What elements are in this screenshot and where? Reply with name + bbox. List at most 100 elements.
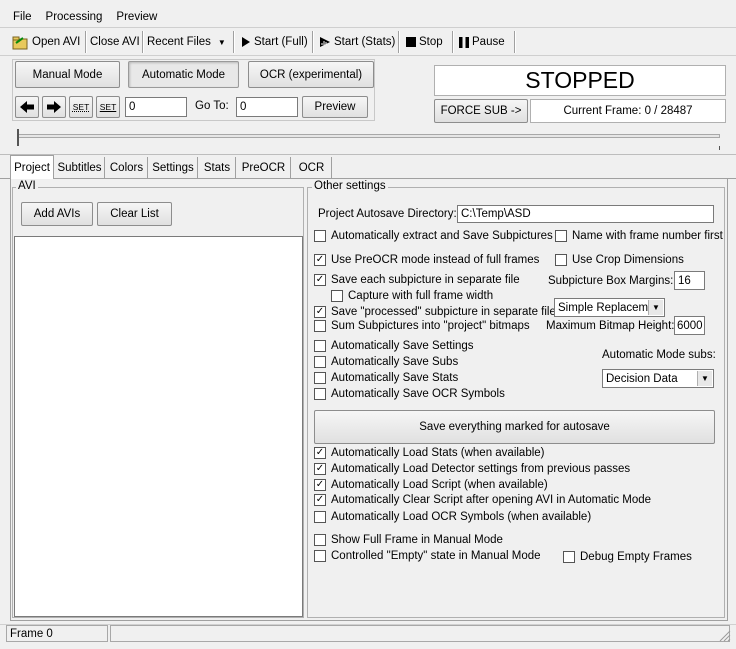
stop-button[interactable]: Stop xyxy=(403,31,446,53)
auto-save-subs-checkbox[interactable]: Automatically Save Subs xyxy=(314,355,458,369)
debug-empty-checkbox[interactable]: Debug Empty Frames xyxy=(563,550,692,564)
preview-button[interactable]: Preview xyxy=(302,96,368,118)
pause-button[interactable]: Pause xyxy=(456,31,508,53)
box-margins-input[interactable]: 16 xyxy=(674,271,705,290)
open-folder-icon xyxy=(12,35,29,50)
manual-mode-button[interactable]: Manual Mode xyxy=(15,61,120,88)
load-ocr-checkbox[interactable]: Automatically Load OCR Symbols (when ava… xyxy=(314,510,591,524)
frame-input[interactable]: 0 xyxy=(125,97,187,117)
tab-preocr[interactable]: PreOCR xyxy=(237,157,291,178)
checkbox-box xyxy=(314,511,326,523)
start-stats-button[interactable]: Start (Stats) xyxy=(316,31,398,53)
set-start-button[interactable]: SET xyxy=(69,96,93,118)
goto-input[interactable]: 0 xyxy=(236,97,298,117)
save-everything-button[interactable]: Save everything marked for autosave xyxy=(314,410,715,444)
stop-icon xyxy=(406,37,416,47)
clear-script-checkbox[interactable]: ✓ Automatically Clear Script after openin… xyxy=(314,493,651,507)
name-frame-first-checkbox[interactable]: Name with frame number first xyxy=(555,229,723,243)
checkbox-box xyxy=(331,290,343,302)
auto-save-settings-checkbox[interactable]: Automatically Save Settings xyxy=(314,339,474,353)
dropdown-arrow-icon: ▼ xyxy=(217,37,226,47)
auto-save-ocr-checkbox[interactable]: Automatically Save OCR Symbols xyxy=(314,387,505,401)
tab-stats[interactable]: Stats xyxy=(199,157,236,178)
automatic-mode-button[interactable]: Automatic Mode xyxy=(128,61,239,88)
auto-save-stats-checkbox[interactable]: Automatically Save Stats xyxy=(314,371,458,385)
ocr-mode-button[interactable]: OCR (experimental) xyxy=(248,61,374,88)
box-margins-label: Subpicture Box Margins: xyxy=(548,275,674,287)
toolbar-separator xyxy=(233,31,235,53)
sum-subpictures-checkbox[interactable]: Sum Subpictures into "project" bitmaps xyxy=(314,319,530,333)
autosave-dir-input[interactable]: C:\Temp\ASD xyxy=(457,205,714,223)
slider-track xyxy=(18,134,720,138)
use-preocr-checkbox[interactable]: ✓ Use PreOCR mode instead of full frames xyxy=(314,253,539,267)
menu-file[interactable]: File xyxy=(13,11,32,23)
checkmark-icon: ✓ xyxy=(314,447,326,459)
checkbox-box xyxy=(555,254,567,266)
checkbox-box xyxy=(314,388,326,400)
toolbar-separator xyxy=(398,31,400,53)
dropdown-arrow-icon: ▼ xyxy=(697,371,712,386)
menu-divider xyxy=(0,27,736,28)
checkbox-box xyxy=(314,230,326,242)
max-height-label: Maximum Bitmap Height: xyxy=(546,320,675,332)
load-detector-checkbox[interactable]: ✓ Automatically Load Detector settings fr… xyxy=(314,462,630,476)
resize-grip-icon[interactable] xyxy=(719,630,731,642)
clear-list-button[interactable]: Clear List xyxy=(97,202,172,226)
load-script-checkbox[interactable]: ✓ Automatically Load Script (when availab… xyxy=(314,478,548,492)
checkmark-icon: ✓ xyxy=(314,479,326,491)
dropdown-arrow-icon: ▼ xyxy=(648,300,663,315)
arrow-left-icon xyxy=(20,101,34,113)
checkbox-box xyxy=(314,550,326,562)
max-height-input[interactable]: 6000 xyxy=(674,316,705,335)
tab-subtitles[interactable]: Subtitles xyxy=(55,157,105,178)
next-frame-button[interactable] xyxy=(42,96,66,118)
tab-colors[interactable]: Colors xyxy=(106,157,148,178)
checkmark-icon: ✓ xyxy=(314,494,326,506)
other-settings-title: Other settings xyxy=(312,180,388,192)
menu-bar: File Processing Preview xyxy=(0,8,736,26)
seek-slider[interactable] xyxy=(12,129,726,153)
tab-settings[interactable]: Settings xyxy=(149,157,198,178)
status-panel: STOPPED xyxy=(434,65,726,96)
statusbar-pane xyxy=(110,625,730,642)
slider-thumb[interactable] xyxy=(17,129,19,146)
save-processed-checkbox[interactable]: ✓ Save "processed" subpicture in separate… xyxy=(314,305,556,319)
status-text: STOPPED xyxy=(525,67,635,93)
menu-preview[interactable]: Preview xyxy=(116,11,157,23)
recent-files-dropdown[interactable]: Recent Files ▼ xyxy=(144,31,229,53)
tab-project[interactable]: Project xyxy=(10,155,54,179)
start-full-button[interactable]: Start (Full) xyxy=(238,31,311,53)
prev-frame-button[interactable] xyxy=(15,96,39,118)
save-each-checkbox[interactable]: ✓ Save each subpicture in separate file xyxy=(314,273,520,287)
toolbar-separator xyxy=(312,31,314,53)
extract-save-checkbox[interactable]: Automatically extract and Save Subpictur… xyxy=(314,229,553,243)
controlled-empty-checkbox[interactable]: Controlled "Empty" state in Manual Mode xyxy=(314,549,541,563)
checkbox-box xyxy=(314,372,326,384)
pause-icon xyxy=(459,36,469,48)
auto-mode-subs-label: Automatic Mode subs: xyxy=(602,349,716,361)
use-crop-checkbox[interactable]: Use Crop Dimensions xyxy=(555,253,684,267)
add-avis-button[interactable]: Add AVIs xyxy=(21,202,93,226)
checkmark-icon: ✓ xyxy=(314,274,326,286)
close-avi-button[interactable]: Close AVI xyxy=(87,31,143,53)
replace-mode-select[interactable]: Simple Replaceme ▼ xyxy=(554,298,665,317)
autosave-dir-label: Project Autosave Directory: xyxy=(318,208,457,220)
set-end-button[interactable]: SET xyxy=(96,96,120,118)
checkmark-icon: ✓ xyxy=(314,254,326,266)
slider-divider xyxy=(0,154,736,155)
capture-full-checkbox[interactable]: Capture with full frame width xyxy=(331,289,493,303)
menu-processing[interactable]: Processing xyxy=(46,11,103,23)
play-stats-icon xyxy=(319,36,331,48)
checkbox-box xyxy=(314,340,326,352)
show-full-frame-checkbox[interactable]: Show Full Frame in Manual Mode xyxy=(314,533,503,547)
load-stats-checkbox[interactable]: ✓ Automatically Load Stats (when availabl… xyxy=(314,446,545,460)
current-frame-display: Current Frame: 0 / 28487 xyxy=(530,99,726,123)
auto-mode-subs-select[interactable]: Decision Data ▼ xyxy=(602,369,714,388)
tab-ocr[interactable]: OCR xyxy=(292,157,332,178)
slider-end-tick xyxy=(719,146,720,150)
checkbox-box xyxy=(314,320,326,332)
open-avi-button[interactable]: Open AVI xyxy=(9,31,83,53)
avi-list[interactable] xyxy=(14,236,303,617)
force-sub-button[interactable]: FORCE SUB -> xyxy=(434,99,528,123)
arrow-right-icon xyxy=(47,101,61,113)
